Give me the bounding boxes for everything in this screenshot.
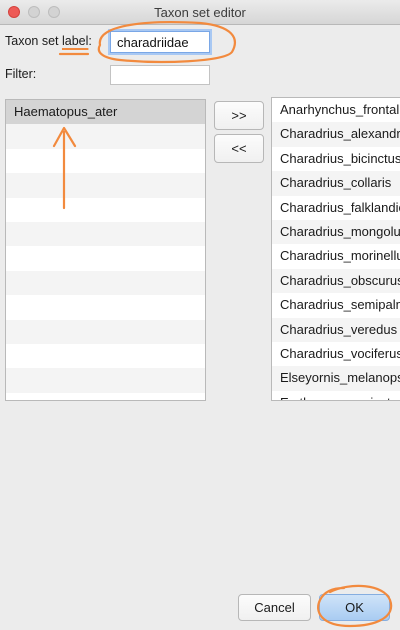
available-taxon-item[interactable]: Charadrius_mongolus: [272, 219, 400, 245]
title-bar: Taxon set editor: [0, 0, 400, 25]
empty-list-row: [6, 198, 205, 222]
empty-list-row: [6, 270, 205, 296]
available-taxon-item[interactable]: Charadrius_morinellus: [272, 244, 400, 268]
available-taxon-item[interactable]: Charadrius_falklandicus: [272, 196, 400, 220]
available-taxon-item[interactable]: Charadrius_obscurus: [272, 268, 400, 294]
window-title: Taxon set editor: [154, 5, 246, 20]
empty-list-row: [6, 393, 205, 400]
add-to-set-button[interactable]: >>: [214, 101, 264, 130]
available-taxon-item[interactable]: Charadrius_bicinctus: [272, 147, 400, 171]
filter-label: Filter:: [5, 67, 37, 81]
selected-taxa-list[interactable]: Haematopus_ater: [5, 99, 206, 401]
empty-list-row: [6, 149, 205, 173]
empty-list-row: [6, 173, 205, 198]
available-taxon-item[interactable]: Charadrius_vociferus: [272, 342, 400, 366]
available-taxon-item[interactable]: Charadrius_semipalmatus: [272, 293, 400, 317]
available-taxon-item[interactable]: Charadrius_alexandrinus: [272, 122, 400, 147]
available-taxon-item[interactable]: Erythrogonys_cinctus: [272, 391, 400, 400]
empty-list-row: [6, 221, 205, 247]
empty-list-row: [6, 295, 205, 319]
taxon-set-label-underlined: label: [61, 34, 89, 48]
empty-list-row: [6, 246, 205, 270]
ok-button[interactable]: OK: [319, 594, 390, 621]
available-taxon-item[interactable]: Elseyornis_melanops: [272, 366, 400, 391]
available-taxon-item[interactable]: Charadrius_veredus: [272, 317, 400, 342]
taxon-set-label-input[interactable]: [110, 31, 210, 53]
available-taxon-item[interactable]: Anarhynchus_frontalis: [272, 98, 400, 122]
taxon-set-label: Taxon set label:: [5, 34, 92, 48]
empty-list-row: [6, 368, 205, 393]
available-taxa-list[interactable]: Anarhynchus_frontalisCharadrius_alexandr…: [271, 97, 400, 401]
taxon-set-label-suffix: :: [88, 34, 92, 48]
empty-list-row: [6, 124, 205, 149]
empty-list-row: [6, 319, 205, 344]
remove-from-set-button[interactable]: <<: [214, 134, 264, 163]
empty-list-row: [6, 344, 205, 368]
taxon-set-label-prefix: Taxon set: [5, 34, 62, 48]
available-taxon-item[interactable]: Charadrius_collaris: [272, 171, 400, 196]
filter-input[interactable]: [110, 65, 210, 85]
selected-taxon-item[interactable]: Haematopus_ater: [6, 100, 205, 125]
cancel-button[interactable]: Cancel: [238, 594, 311, 621]
